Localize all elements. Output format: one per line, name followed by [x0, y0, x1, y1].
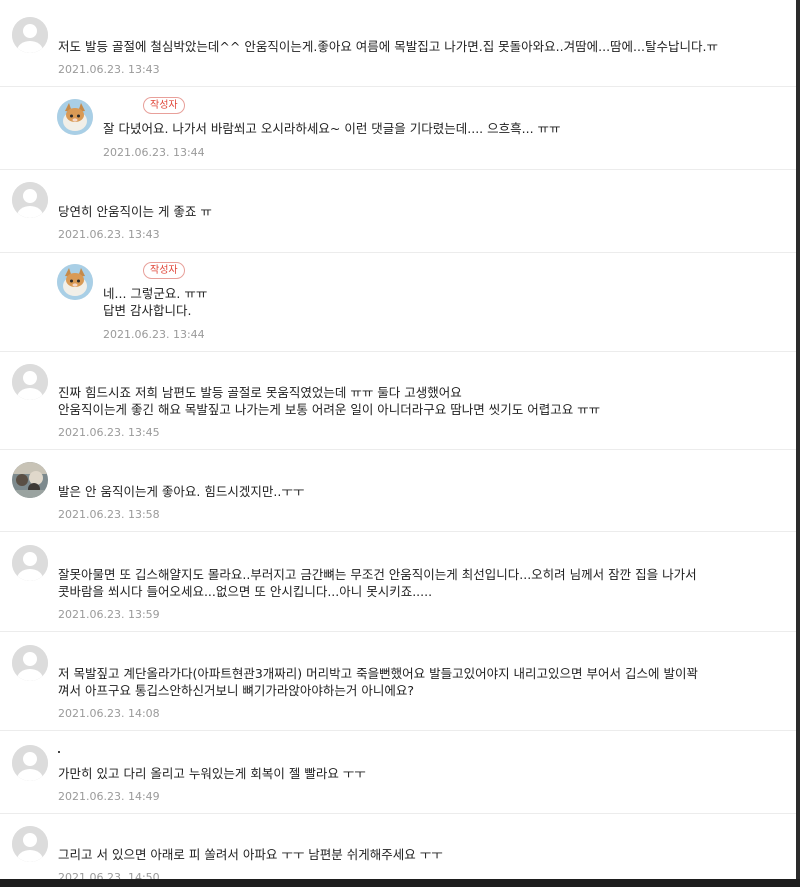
comment-date: 2021.06.23. 13:43 [58, 63, 160, 76]
comment-text-line2: 콧바람을 쐬시다 들어오세요...없으면 또 안시킵니다...아니 못시키죠..… [58, 584, 433, 599]
comment-text-line2: 답변 감사합니다. [103, 303, 192, 318]
comment-date: 2021.06.23. 13:58 [58, 508, 160, 521]
divider [0, 730, 796, 731]
author-avatar-icon[interactable] [57, 99, 93, 135]
photo-avatar-icon[interactable] [12, 462, 48, 498]
comment-date: 2021.06.23. 13:44 [103, 146, 205, 159]
default-avatar-icon[interactable] [12, 745, 48, 781]
default-avatar-icon[interactable] [12, 364, 48, 400]
divider [0, 531, 796, 532]
comment-text: 잘 다녔어요. 나가서 바람쐬고 오시라하세요~ 이런 댓글을 기다렸는데...… [103, 121, 561, 136]
default-avatar-icon[interactable] [12, 182, 48, 218]
default-avatar-icon[interactable] [12, 17, 48, 53]
divider [0, 169, 796, 170]
divider [0, 86, 796, 87]
default-avatar-icon[interactable] [12, 645, 48, 681]
comment-date: 2021.06.23. 13:44 [103, 328, 205, 341]
default-avatar-icon[interactable] [12, 545, 48, 581]
comment-text: 그리고 서 있으면 아래로 피 쏠려서 아파요 ㅜㅜ 남편분 쉬게해주세요 ㅜㅜ [58, 847, 443, 862]
comment-text: 당연히 안움직이는 게 좋죠 ㅠ [58, 204, 212, 219]
comment-date: 2021.06.23. 13:59 [58, 608, 160, 621]
divider [0, 351, 796, 352]
default-avatar-icon[interactable] [12, 826, 48, 862]
comment-date: 2021.06.23. 14:49 [58, 790, 160, 803]
bottom-bar [0, 879, 800, 887]
divider [0, 631, 796, 632]
comment-date: 2021.06.23. 13:43 [58, 228, 160, 241]
comment-text: 발은 안 움직이는게 좋아요. 힘드시겠지만..ㅜㅜ [58, 484, 305, 499]
divider [0, 813, 796, 814]
comment-text: 저도 발등 골절에 철심박았는데^^ 안움직이는게.좋아요 여름에 목발집고 나… [58, 39, 718, 54]
comment-date: 2021.06.23. 13:45 [58, 426, 160, 439]
author-avatar-icon[interactable] [57, 264, 93, 300]
stray-dot [58, 751, 60, 753]
comment-text-line2: 껴서 아프구요 통깁스안하신거보니 뼈기가라앉아야하는거 아니에요? [58, 683, 415, 698]
scrollbar-edge [796, 0, 800, 887]
comment-text: 가만히 있고 다리 올리고 누워있는게 회복이 젤 빨라요 ㅜㅜ [58, 766, 366, 781]
comment-date: 2021.06.23. 14:08 [58, 707, 160, 720]
comment-text-line2: 안움직이는게 좋긴 해요 목발짚고 나가는게 보통 어려운 일이 아니더라구요 … [58, 402, 601, 417]
divider [0, 252, 796, 253]
author-badge: 작성자 [143, 97, 185, 114]
divider [0, 449, 796, 450]
author-badge: 작성자 [143, 262, 185, 279]
